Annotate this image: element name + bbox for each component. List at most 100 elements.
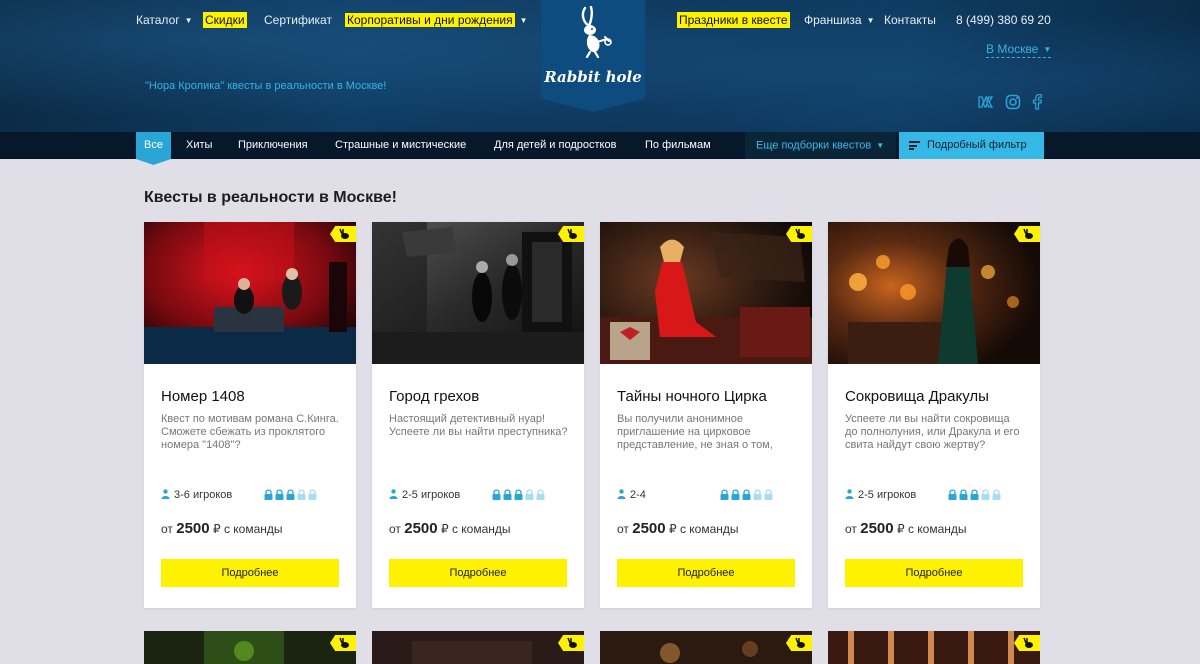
rabbit-icon [581,6,612,58]
details-button[interactable]: Подробнее [161,559,339,587]
city-label: В Москве [986,42,1039,56]
quest-players-label: 2-5 игроков [402,489,461,501]
quest-badge [330,226,356,242]
quest-title[interactable]: Тайны ночного Цирка [617,388,767,405]
detailed-filter-button[interactable]: Подробный фильтр [899,132,1044,159]
quest-description: Настоящий детективный нуар! Успеете ли в… [389,413,568,438]
quest-badge [786,226,812,242]
quest-badge [786,635,812,651]
price-suffix: ₽ с команды [896,522,967,536]
quest-players-label: 2-4 [630,489,646,501]
instagram-icon[interactable] [1005,94,1023,110]
lock-icon [959,489,968,500]
quest-card-photo[interactable] [372,631,584,664]
category-all[interactable]: Все [136,132,171,165]
lock-icon [753,489,762,500]
lock-icon [742,489,751,500]
chevron-down-icon: ▼ [184,15,193,25]
rabbit-icon [795,228,805,239]
quest-price: от 2500 ₽ с команды [845,520,967,537]
quest-description: Вы получили анонимное приглашение на цир… [617,413,773,451]
lock-icon [720,489,729,500]
rabbit-icon [795,637,805,648]
quest-card-photo[interactable] [828,631,1040,664]
quest-photo[interactable] [144,222,356,364]
vk-icon[interactable] [978,94,996,110]
nav-corporate-label: Корпоративы и дни рождения [345,13,515,27]
person-icon [617,489,626,499]
quest-description: Квест по мотивам романа С.Кинга. Сможете… [161,413,339,451]
lock-icon [525,489,534,500]
category-bar: Все Хиты Приключения Страшные и мистичес… [0,132,1200,165]
city-selector[interactable]: В Москве ▼ [986,42,1052,59]
phone-number[interactable]: 8 (499) 380 69 20 [956,12,1051,28]
header-tagline: "Нора Кролика" квесты в реальности в Мос… [145,80,387,92]
nav-certificate[interactable]: Сертификат [264,12,332,28]
nav-franchise-label: Франшиза [804,13,862,27]
rabbit-icon [567,637,577,648]
more-collections-label: Еще подборки квестов [756,139,872,152]
details-button[interactable]: Подробнее [389,559,567,587]
quest-photo[interactable] [600,222,812,364]
site-logo[interactable]: Rabbit hole [541,0,645,112]
nav-corporate[interactable]: Корпоративы и дни рождения ▼ [345,12,528,29]
facebook-icon[interactable] [1032,93,1050,110]
lock-icon [514,489,523,500]
person-icon [845,489,854,499]
quest-price: от 2500 ₽ с команды [161,520,283,537]
category-kids[interactable]: Для детей и подростков [494,132,616,159]
page-title: Квесты в реальности в Москве! [144,189,397,206]
quest-title[interactable]: Номер 1408 [161,388,245,405]
quest-title[interactable]: Город грехов [389,388,479,405]
nav-discounts[interactable]: Скидки [203,12,247,28]
lock-icon [308,489,317,500]
rabbit-icon [339,228,349,239]
details-button[interactable]: Подробнее [617,559,795,587]
person-icon [389,489,398,499]
quest-card[interactable]: Город грехов Настоящий детективный нуар!… [372,222,584,608]
lock-icon [275,489,284,500]
detailed-filter-label: Подробный фильтр [927,139,1027,151]
category-scary[interactable]: Страшные и мистические [335,132,466,159]
price-suffix: ₽ с команды [212,522,283,536]
lock-icon [536,489,545,500]
price-value: 2500 [860,520,894,537]
price-value: 2500 [632,520,666,537]
quest-badge [330,635,356,651]
lock-icon [948,489,957,500]
nav-franchise[interactable]: Франшиза ▼ [804,12,875,29]
price-value: 2500 [404,520,438,537]
price-prefix: от [161,522,173,536]
quest-card[interactable]: Сокровища Дракулы Успеете ли вы найти со… [828,222,1040,608]
more-collections-dropdown[interactable]: Еще подборки квестов ▼ [745,132,896,159]
details-button[interactable]: Подробнее [845,559,1023,587]
lock-icon [764,489,773,500]
quest-players-label: 3-6 игроков [174,489,233,501]
quest-badge [558,635,584,651]
quest-title[interactable]: Сокровища Дракулы [845,388,989,405]
quest-card-photo[interactable] [144,631,356,664]
quest-photo[interactable] [372,222,584,364]
rabbit-icon [1023,637,1033,648]
lock-icon [264,489,273,500]
price-value: 2500 [176,520,210,537]
quest-card-photo[interactable] [600,631,812,664]
quest-badge [1014,226,1040,242]
category-hits[interactable]: Хиты [186,132,212,159]
chevron-down-icon: ▼ [876,141,885,150]
quest-card[interactable]: Номер 1408 Квест по мотивам романа С.Кин… [144,222,356,608]
price-suffix: ₽ с команды [668,522,739,536]
quest-badge [558,226,584,242]
category-adventures[interactable]: Приключения [238,132,308,159]
lock-icon [286,489,295,500]
quest-photo[interactable] [828,222,1040,364]
nav-catalog[interactable]: Каталог ▼ [136,12,193,29]
person-icon [161,489,170,499]
nav-contacts[interactable]: Контакты [884,12,936,28]
quest-card[interactable]: Тайны ночного Цирка Вы получили анонимно… [600,222,812,608]
category-movies[interactable]: По фильмам [645,132,711,159]
quest-description: Успеете ли вы найти сокровища до полнолу… [845,413,1020,451]
nav-holidays[interactable]: Праздники в квесте [677,12,790,28]
nav-catalog-label: Каталог [136,13,180,27]
quest-players-label: 2-5 игроков [858,489,917,501]
